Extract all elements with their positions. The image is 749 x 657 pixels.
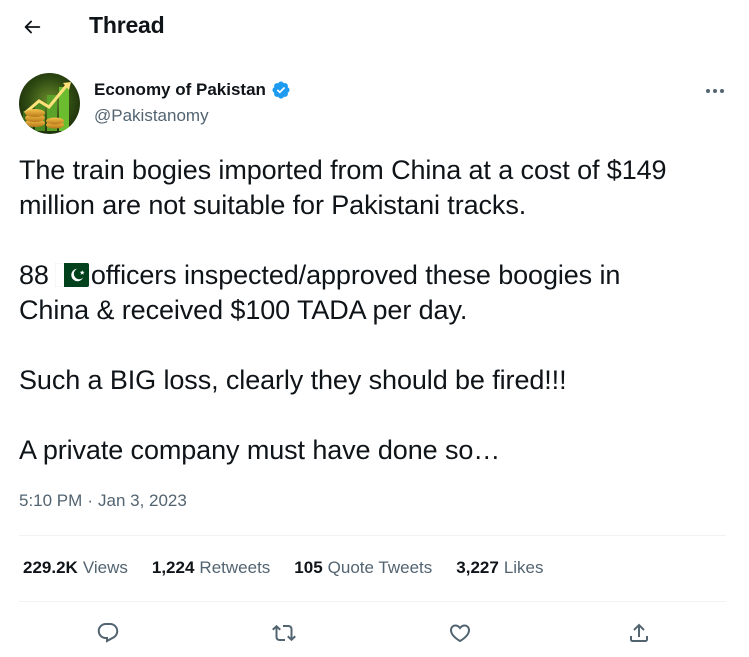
tweet-line: million are not suitable for Pakistani t… <box>19 190 527 220</box>
quote-tweets-stat[interactable]: 105 Quote Tweets <box>294 558 432 578</box>
quotes-count: 105 <box>294 558 323 577</box>
tweet-actions <box>19 609 726 655</box>
display-name[interactable]: Economy of Pakistan <box>94 80 266 100</box>
share-button[interactable] <box>622 616 656 650</box>
pakistan-flag-icon <box>54 263 89 287</box>
views-stat[interactable]: 229.2K Views <box>23 558 128 578</box>
retweet-icon <box>272 624 296 642</box>
tweet-author: Economy of Pakistan @Pakistanomy <box>19 73 729 135</box>
avatar[interactable] <box>19 73 80 134</box>
page-title: Thread <box>89 12 165 38</box>
like-button[interactable] <box>443 616 477 650</box>
tweet-line: A private company must have done so… <box>19 435 501 465</box>
tweet-timestamp: 5:10 PM · Jan 3, 2023 <box>19 491 187 511</box>
quotes-label: Quote Tweets <box>327 558 433 577</box>
views-label: Views <box>82 558 128 577</box>
reply-icon <box>97 623 119 643</box>
arrow-left-icon <box>24 20 41 34</box>
retweets-count: 1,224 <box>151 558 195 577</box>
retweets-label: Retweets <box>199 558 271 577</box>
timestamp-separator: · <box>87 491 93 510</box>
tweet-date[interactable]: Jan 3, 2023 <box>98 491 187 511</box>
tweet-line: China & received $100 TADA per day. <box>19 295 468 325</box>
thread-header: Thread <box>0 0 749 53</box>
more-options-button[interactable] <box>701 81 729 101</box>
retweet-button[interactable] <box>267 616 301 650</box>
share-icon <box>630 623 648 642</box>
reply-button[interactable] <box>91 616 125 650</box>
heart-icon <box>449 624 471 643</box>
more-icon <box>706 89 724 93</box>
tweet-line: 88 officers inspected/approved these boo… <box>19 258 731 293</box>
avatar-image-icon <box>19 73 80 134</box>
tweet-fragment: officers inspected/approved these boogie… <box>90 260 621 290</box>
divider <box>19 601 726 602</box>
likes-count: 3,227 <box>456 558 499 577</box>
tweet-time[interactable]: 5:10 PM <box>19 491 82 511</box>
name-row: Economy of Pakistan <box>94 80 291 100</box>
tweet-fragment: 88 <box>19 260 49 290</box>
divider <box>19 535 726 536</box>
verified-badge-icon <box>272 81 290 99</box>
tweet-text: The train bogies imported from China at … <box>19 153 731 468</box>
likes-label: Likes <box>503 558 544 577</box>
tweet-line: Such a BIG loss, clearly they should be … <box>19 365 567 395</box>
back-button[interactable] <box>14 9 50 45</box>
user-handle[interactable]: @Pakistanomy <box>94 106 209 126</box>
retweets-stat[interactable]: 1,224 Retweets <box>152 558 270 578</box>
likes-stat[interactable]: 3,227 Likes <box>456 558 543 578</box>
tweet-stats: 229.2K Views 1,224 Retweets 105 Quote Tw… <box>23 558 544 578</box>
tweet-line: The train bogies imported from China at … <box>19 155 667 185</box>
views-count: 229.2K <box>23 558 78 577</box>
